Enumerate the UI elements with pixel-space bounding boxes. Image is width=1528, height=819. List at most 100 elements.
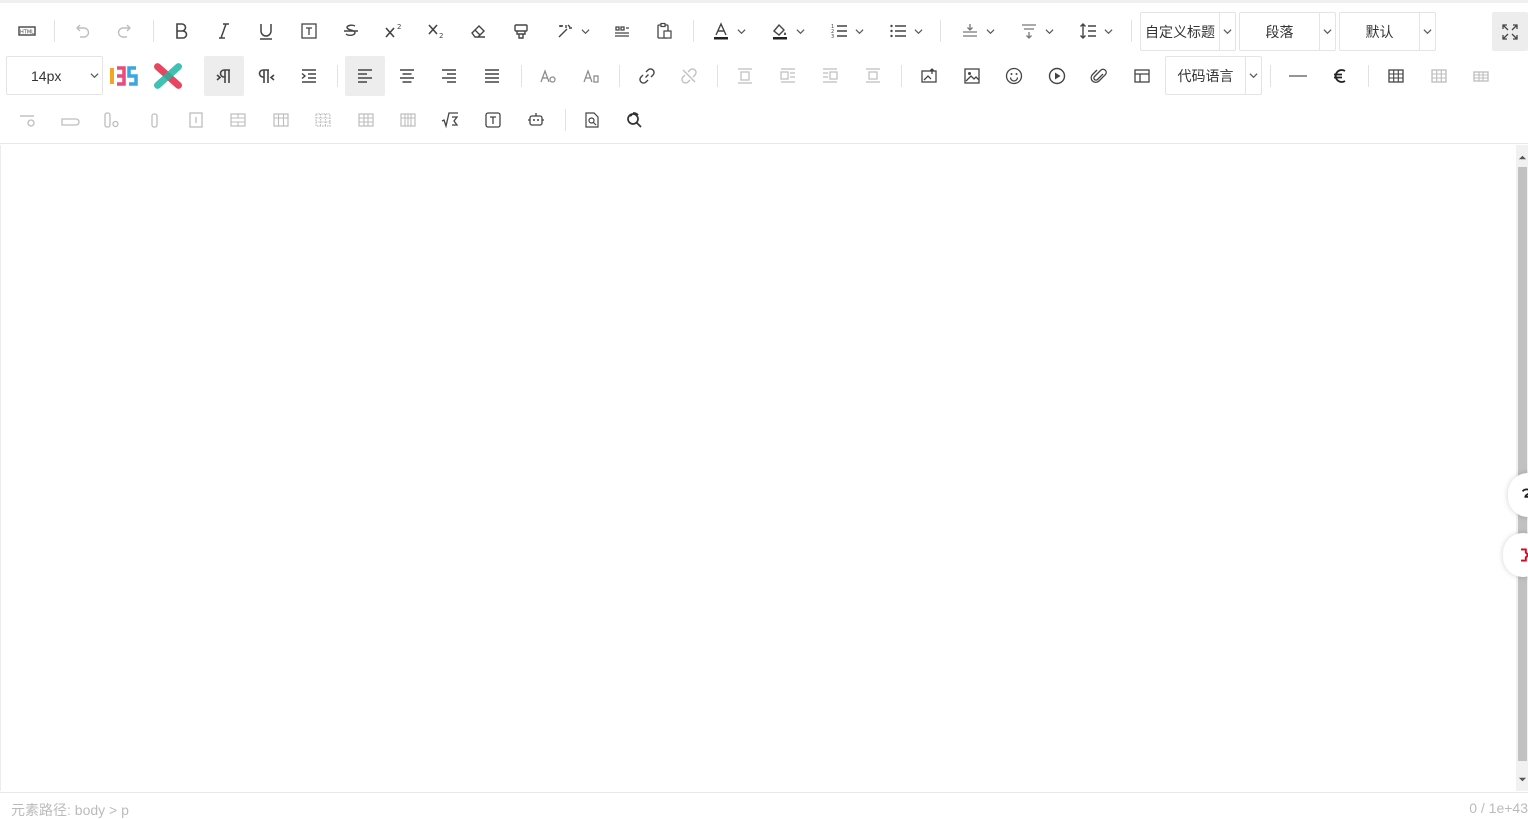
chevron-down-icon bbox=[1319, 13, 1335, 50]
toolbar-separator bbox=[619, 65, 620, 87]
align-left-icon[interactable] bbox=[345, 56, 385, 96]
toolbar-separator bbox=[1131, 20, 1132, 42]
ai-robot-icon[interactable] bbox=[519, 103, 553, 137]
row-spacing-top-icon[interactable] bbox=[953, 14, 999, 48]
attachment-icon[interactable] bbox=[1082, 59, 1116, 93]
font-color-icon[interactable] bbox=[704, 14, 750, 48]
scroll-up-icon[interactable] bbox=[1518, 153, 1527, 162]
row-spacing-bottom-icon[interactable] bbox=[1012, 14, 1058, 48]
delete-table-icon[interactable] bbox=[1422, 59, 1456, 93]
image-left-icon[interactable] bbox=[771, 59, 805, 93]
eraser-icon[interactable] bbox=[461, 14, 495, 48]
editor-statusbar: 元素路径: body > p 0 / 1e+43 bbox=[0, 792, 1528, 819]
auto-typeset-icon[interactable] bbox=[548, 14, 594, 48]
unlink-icon[interactable] bbox=[672, 59, 706, 93]
special-characters-icon[interactable] bbox=[1323, 59, 1357, 93]
align-center-icon[interactable] bbox=[390, 59, 424, 93]
text-direction-ltr-icon[interactable] bbox=[204, 56, 244, 96]
insert-paragraph-before-table-icon[interactable] bbox=[1464, 59, 1498, 93]
toolbar-separator bbox=[54, 20, 55, 42]
insert-video-icon[interactable] bbox=[1040, 59, 1074, 93]
editor-content-area[interactable] bbox=[0, 145, 1516, 791]
chevron-down-icon bbox=[1419, 13, 1435, 50]
unordered-list-icon[interactable] bbox=[881, 14, 927, 48]
strikethrough-icon[interactable] bbox=[334, 14, 368, 48]
text-border-icon[interactable] bbox=[292, 14, 326, 48]
insert-image-icon[interactable] bbox=[955, 59, 989, 93]
svg-text:2: 2 bbox=[397, 23, 401, 31]
svg-text:HTML: HTML bbox=[20, 30, 34, 36]
redo-icon[interactable] bbox=[108, 14, 142, 48]
image-none-icon[interactable] bbox=[728, 59, 762, 93]
vertical-scrollbar[interactable] bbox=[1516, 145, 1528, 791]
to-lowercase-icon[interactable] bbox=[531, 59, 565, 93]
ordered-list-icon[interactable]: 123 bbox=[822, 14, 868, 48]
subscript-icon[interactable]: 2 bbox=[419, 14, 453, 48]
paragraph-format-select[interactable]: 段落 bbox=[1239, 12, 1336, 51]
font-size-select[interactable]: 14px bbox=[6, 56, 103, 95]
toolbar-separator bbox=[940, 20, 941, 42]
text-direction-rtl-icon[interactable] bbox=[250, 59, 284, 93]
custom-heading-select[interactable]: 自定义标题 bbox=[1140, 12, 1236, 51]
editor-toolbar: HTML 2 2 1 2 3 自定义标题 段落 默认 14px 代码语言 bbox=[0, 3, 1528, 144]
svg-text:2: 2 bbox=[439, 32, 443, 40]
code-language-select[interactable]: 代码语言 bbox=[1165, 56, 1262, 95]
toolbar-separator bbox=[901, 65, 902, 87]
align-justify-icon[interactable] bbox=[475, 59, 509, 93]
word-count: 0 / 1e+43 bbox=[1469, 800, 1528, 816]
element-path: 元素路径: body > p bbox=[11, 802, 129, 818]
scroll-down-icon[interactable] bbox=[1518, 775, 1527, 784]
insert-table-icon[interactable] bbox=[1379, 59, 1413, 93]
toolbar-separator bbox=[337, 65, 338, 87]
split-to-cols-icon[interactable] bbox=[391, 103, 425, 137]
preview-icon[interactable] bbox=[575, 103, 609, 137]
insert-textbox-icon[interactable] bbox=[476, 103, 510, 137]
image-center-icon[interactable] bbox=[856, 59, 890, 93]
split-to-rows-icon[interactable] bbox=[349, 103, 383, 137]
fullscreen-icon[interactable] bbox=[1492, 12, 1528, 51]
xiumi-logo-icon[interactable] bbox=[151, 59, 185, 93]
toolbar-separator bbox=[565, 109, 566, 131]
link-icon[interactable] bbox=[630, 59, 664, 93]
delete-row-icon[interactable] bbox=[52, 103, 86, 137]
screenshot-image-icon[interactable] bbox=[912, 59, 946, 93]
italic-icon[interactable] bbox=[207, 14, 241, 48]
superscript-icon[interactable]: 2 bbox=[376, 14, 410, 48]
undo-icon[interactable] bbox=[65, 14, 99, 48]
image-right-icon[interactable] bbox=[813, 59, 847, 93]
merge-down-icon[interactable] bbox=[264, 103, 298, 137]
blockquote-icon[interactable] bbox=[605, 14, 639, 48]
merge-right-icon[interactable] bbox=[221, 103, 255, 137]
insert-column-icon[interactable] bbox=[94, 103, 128, 137]
search-replace-icon[interactable] bbox=[617, 103, 651, 137]
font-family-select[interactable]: 默认 bbox=[1339, 12, 1436, 51]
font-size-label: 14px bbox=[31, 67, 62, 84]
135-editor-logo-icon[interactable] bbox=[108, 59, 142, 93]
template-icon[interactable] bbox=[1125, 59, 1159, 93]
code-language-label: 代码语言 bbox=[1177, 67, 1234, 84]
format-painter-icon[interactable] bbox=[504, 14, 538, 48]
chevron-down-icon bbox=[86, 57, 102, 94]
formula-icon[interactable] bbox=[433, 103, 467, 137]
emoji-icon[interactable] bbox=[997, 59, 1031, 93]
toolbar-separator bbox=[717, 65, 718, 87]
insert-row-icon[interactable] bbox=[10, 103, 44, 137]
toolbar-separator bbox=[693, 20, 694, 42]
svg-text:3: 3 bbox=[831, 34, 834, 40]
scrollbar-thumb[interactable] bbox=[1518, 167, 1527, 761]
delete-column-icon[interactable] bbox=[137, 103, 171, 137]
font-family-label: 默认 bbox=[1365, 23, 1394, 40]
line-height-icon[interactable] bbox=[1071, 14, 1117, 48]
horizontal-rule-icon[interactable] bbox=[1281, 59, 1315, 93]
bold-icon[interactable] bbox=[164, 14, 198, 48]
merge-cells-icon[interactable] bbox=[179, 103, 213, 137]
underline-icon[interactable] bbox=[249, 14, 283, 48]
custom-heading-label: 自定义标题 bbox=[1145, 23, 1215, 40]
indent-icon[interactable] bbox=[292, 59, 326, 93]
paste-plain-icon[interactable] bbox=[647, 14, 681, 48]
background-color-icon[interactable] bbox=[763, 14, 809, 48]
html-source-icon[interactable]: HTML bbox=[10, 14, 44, 48]
align-right-icon[interactable] bbox=[432, 59, 466, 93]
split-to-cells-icon[interactable] bbox=[306, 103, 340, 137]
to-uppercase-icon[interactable] bbox=[574, 59, 608, 93]
